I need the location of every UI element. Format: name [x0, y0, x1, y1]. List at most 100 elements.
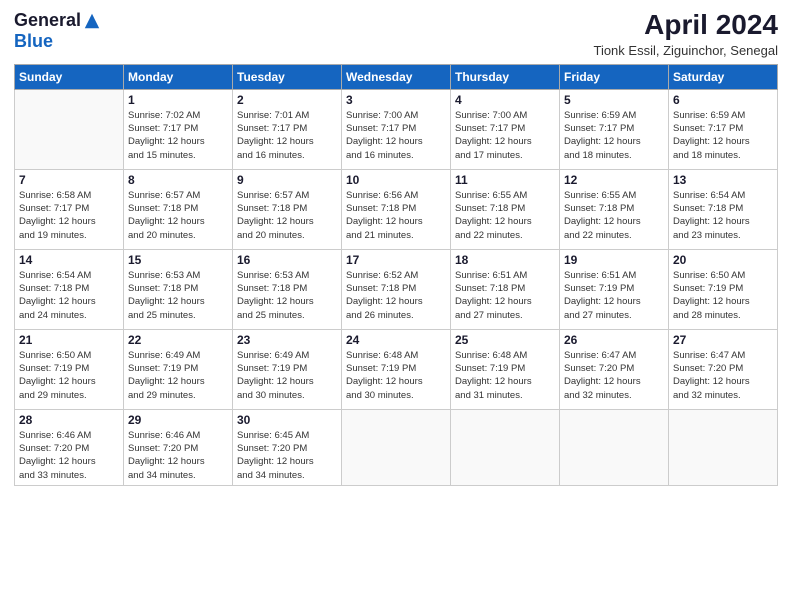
calendar-day-header: Monday [124, 64, 233, 89]
day-number: 9 [237, 173, 337, 187]
day-number: 7 [19, 173, 119, 187]
day-number: 22 [128, 333, 228, 347]
day-info: Sunrise: 6:49 AM Sunset: 7:19 PM Dayligh… [128, 349, 228, 402]
title-block: April 2024 Tionk Essil, Ziguinchor, Sene… [593, 10, 778, 58]
day-number: 27 [673, 333, 773, 347]
calendar-cell: 7 Sunrise: 6:58 AM Sunset: 7:17 PM Daylig… [15, 169, 124, 249]
calendar-cell: 2 Sunrise: 7:01 AM Sunset: 7:17 PM Daylig… [233, 89, 342, 169]
day-number: 10 [346, 173, 446, 187]
day-number: 17 [346, 253, 446, 267]
day-info: Sunrise: 6:48 AM Sunset: 7:19 PM Dayligh… [455, 349, 555, 402]
calendar-cell [15, 89, 124, 169]
calendar-cell [669, 409, 778, 485]
calendar-cell: 10 Sunrise: 6:56 AM Sunset: 7:18 PM Dayli… [342, 169, 451, 249]
day-info: Sunrise: 6:52 AM Sunset: 7:18 PM Dayligh… [346, 269, 446, 322]
day-info: Sunrise: 6:51 AM Sunset: 7:18 PM Dayligh… [455, 269, 555, 322]
day-number: 23 [237, 333, 337, 347]
day-info: Sunrise: 6:54 AM Sunset: 7:18 PM Dayligh… [19, 269, 119, 322]
calendar-cell: 25 Sunrise: 6:48 AM Sunset: 7:19 PM Dayli… [451, 329, 560, 409]
calendar-cell: 16Sunrise: 6:53 AM Sunset: 7:18 PM Dayli… [233, 249, 342, 329]
logo-general-text: General [14, 10, 81, 31]
calendar-cell: 4 Sunrise: 7:00 AM Sunset: 7:17 PM Daylig… [451, 89, 560, 169]
day-number: 26 [564, 333, 664, 347]
calendar-cell: 1 Sunrise: 7:02 AM Sunset: 7:17 PM Daylig… [124, 89, 233, 169]
calendar-day-header: Wednesday [342, 64, 451, 89]
day-info: Sunrise: 6:59 AM Sunset: 7:17 PM Dayligh… [564, 109, 664, 162]
page: General Blue April 2024 Tionk Essil, Zig… [0, 0, 792, 612]
day-number: 2 [237, 93, 337, 107]
day-number: 1 [128, 93, 228, 107]
calendar-cell: 17 Sunrise: 6:52 AM Sunset: 7:18 PM Dayli… [342, 249, 451, 329]
day-number: 13 [673, 173, 773, 187]
calendar-cell: 6 Sunrise: 6:59 AM Sunset: 7:17 PM Daylig… [669, 89, 778, 169]
day-number: 20 [673, 253, 773, 267]
day-info: Sunrise: 6:47 AM Sunset: 7:20 PM Dayligh… [673, 349, 773, 402]
calendar-cell: 14Sunrise: 6:54 AM Sunset: 7:18 PM Dayli… [15, 249, 124, 329]
day-info: Sunrise: 6:55 AM Sunset: 7:18 PM Dayligh… [564, 189, 664, 242]
calendar-cell: 11 Sunrise: 6:55 AM Sunset: 7:18 PM Dayli… [451, 169, 560, 249]
logo-icon [83, 12, 101, 30]
day-number: 24 [346, 333, 446, 347]
day-info: Sunrise: 6:55 AM Sunset: 7:18 PM Dayligh… [455, 189, 555, 242]
day-info: Sunrise: 6:47 AM Sunset: 7:20 PM Dayligh… [564, 349, 664, 402]
day-number: 3 [346, 93, 446, 107]
calendar-cell [451, 409, 560, 485]
day-info: Sunrise: 6:46 AM Sunset: 7:20 PM Dayligh… [19, 429, 119, 482]
calendar-cell [342, 409, 451, 485]
day-info: Sunrise: 7:00 AM Sunset: 7:17 PM Dayligh… [455, 109, 555, 162]
calendar-cell: 22 Sunrise: 6:49 AM Sunset: 7:19 PM Dayli… [124, 329, 233, 409]
day-number: 12 [564, 173, 664, 187]
subtitle: Tionk Essil, Ziguinchor, Senegal [593, 43, 778, 58]
day-info: Sunrise: 6:58 AM Sunset: 7:17 PM Dayligh… [19, 189, 119, 242]
day-info: Sunrise: 6:46 AM Sunset: 7:20 PM Dayligh… [128, 429, 228, 482]
calendar-day-header: Tuesday [233, 64, 342, 89]
day-number: 6 [673, 93, 773, 107]
calendar-cell: 27 Sunrise: 6:47 AM Sunset: 7:20 PM Dayli… [669, 329, 778, 409]
calendar-cell: 24 Sunrise: 6:48 AM Sunset: 7:19 PM Dayli… [342, 329, 451, 409]
day-info: Sunrise: 6:56 AM Sunset: 7:18 PM Dayligh… [346, 189, 446, 242]
calendar-cell: 20 Sunrise: 6:50 AM Sunset: 7:19 PM Dayli… [669, 249, 778, 329]
calendar-day-header: Thursday [451, 64, 560, 89]
calendar-cell: 18 Sunrise: 6:51 AM Sunset: 7:18 PM Dayli… [451, 249, 560, 329]
main-title: April 2024 [593, 10, 778, 41]
day-info: Sunrise: 6:48 AM Sunset: 7:19 PM Dayligh… [346, 349, 446, 402]
day-info: Sunrise: 6:54 AM Sunset: 7:18 PM Dayligh… [673, 189, 773, 242]
calendar-cell: 9 Sunrise: 6:57 AM Sunset: 7:18 PM Daylig… [233, 169, 342, 249]
calendar-day-header: Sunday [15, 64, 124, 89]
day-info: Sunrise: 6:50 AM Sunset: 7:19 PM Dayligh… [19, 349, 119, 402]
header: General Blue April 2024 Tionk Essil, Zig… [14, 10, 778, 58]
day-number: 28 [19, 413, 119, 427]
day-info: Sunrise: 6:51 AM Sunset: 7:19 PM Dayligh… [564, 269, 664, 322]
calendar-cell: 23Sunrise: 6:49 AM Sunset: 7:19 PM Dayli… [233, 329, 342, 409]
logo-blue-text: Blue [14, 31, 53, 52]
calendar-cell: 19 Sunrise: 6:51 AM Sunset: 7:19 PM Dayli… [560, 249, 669, 329]
day-info: Sunrise: 6:59 AM Sunset: 7:17 PM Dayligh… [673, 109, 773, 162]
calendar-cell: 26 Sunrise: 6:47 AM Sunset: 7:20 PM Dayli… [560, 329, 669, 409]
calendar-cell: 13 Sunrise: 6:54 AM Sunset: 7:18 PM Dayli… [669, 169, 778, 249]
day-number: 5 [564, 93, 664, 107]
day-info: Sunrise: 7:01 AM Sunset: 7:17 PM Dayligh… [237, 109, 337, 162]
day-info: Sunrise: 6:45 AM Sunset: 7:20 PM Dayligh… [237, 429, 337, 482]
calendar-cell: 28 Sunrise: 6:46 AM Sunset: 7:20 PM Dayli… [15, 409, 124, 485]
day-number: 11 [455, 173, 555, 187]
calendar-table: SundayMondayTuesdayWednesdayThursdayFrid… [14, 64, 778, 486]
calendar-cell: 12 Sunrise: 6:55 AM Sunset: 7:18 PM Dayli… [560, 169, 669, 249]
day-number: 29 [128, 413, 228, 427]
calendar-cell: 15Sunrise: 6:53 AM Sunset: 7:18 PM Dayli… [124, 249, 233, 329]
day-number: 18 [455, 253, 555, 267]
calendar-cell: 29 Sunrise: 6:46 AM Sunset: 7:20 PM Dayli… [124, 409, 233, 485]
calendar-cell: 30 Sunrise: 6:45 AM Sunset: 7:20 PM Dayli… [233, 409, 342, 485]
day-number: 16 [237, 253, 337, 267]
day-number: 19 [564, 253, 664, 267]
day-number: 4 [455, 93, 555, 107]
logo: General Blue [14, 10, 101, 52]
day-info: Sunrise: 6:50 AM Sunset: 7:19 PM Dayligh… [673, 269, 773, 322]
day-number: 21 [19, 333, 119, 347]
day-info: Sunrise: 6:57 AM Sunset: 7:18 PM Dayligh… [237, 189, 337, 242]
day-info: Sunrise: 7:02 AM Sunset: 7:17 PM Dayligh… [128, 109, 228, 162]
day-number: 25 [455, 333, 555, 347]
calendar-cell [560, 409, 669, 485]
calendar-cell: 5 Sunrise: 6:59 AM Sunset: 7:17 PM Daylig… [560, 89, 669, 169]
day-number: 30 [237, 413, 337, 427]
day-info: Sunrise: 7:00 AM Sunset: 7:17 PM Dayligh… [346, 109, 446, 162]
